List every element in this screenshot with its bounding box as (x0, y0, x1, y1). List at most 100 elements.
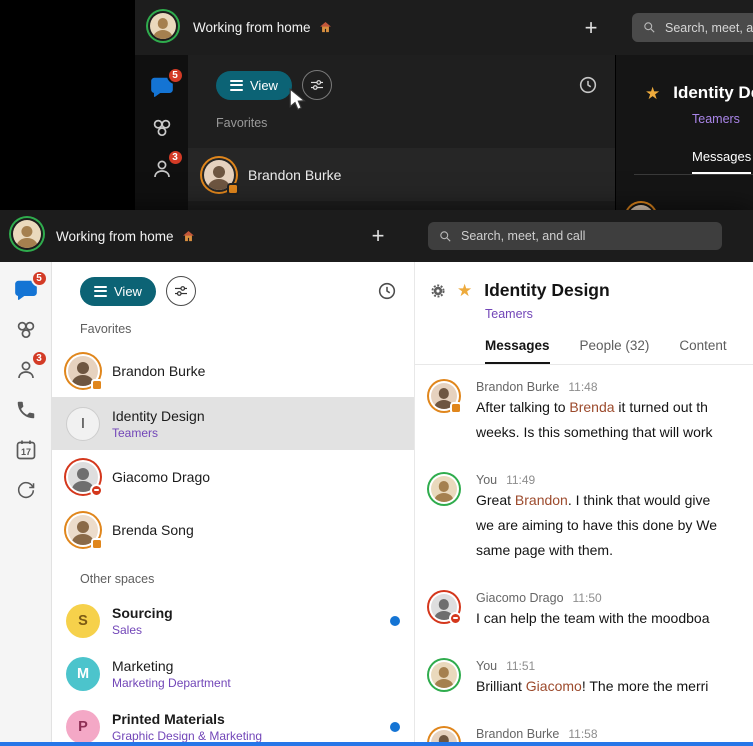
conversation-panel: ★ Identity Design Teamers Messages Peopl… (415, 262, 753, 746)
message-header: You 11:51 (476, 659, 536, 673)
avatar (429, 592, 462, 625)
tab-bar: Messages People (32) Content (415, 338, 753, 365)
message-header: Brandon Burke 11:58 (476, 727, 598, 741)
rail-contacts-button[interactable]: 3 (12, 350, 48, 384)
list-item-identity-design[interactable]: I Identity Design Teamers (52, 397, 414, 450)
message-list: Brandon Burke 11:48 After talking to Bren… (415, 365, 753, 746)
spaces-icon (17, 321, 34, 339)
list-item-brenda-song[interactable]: Brenda Song (52, 503, 414, 556)
avatar (66, 354, 103, 391)
view-button[interactable]: View (216, 70, 292, 100)
conversation-title: Identity Design (673, 83, 753, 102)
team-link[interactable]: Teamers (692, 112, 753, 126)
contact-name: Brenda Song (112, 521, 194, 538)
status-away-badge (91, 537, 103, 550)
space-name: Sourcing (112, 604, 173, 621)
message-text: After talking to Brenda it turned out th (476, 399, 708, 415)
user-avatar[interactable] (148, 11, 178, 41)
message: Brandon Burke 11:48 After talking to Bren… (429, 379, 753, 445)
rail-chat-button[interactable]: 5 (12, 270, 48, 304)
space-avatar: S (66, 603, 100, 638)
foreground-app-window: Working from home + Search, meet, and ca… (0, 210, 753, 746)
titlebar: Working from home + Search, meet, and ca… (135, 0, 753, 55)
team-name: Teamers (112, 425, 159, 440)
search-bar[interactable]: Search, meet, and call (632, 13, 753, 42)
clock-icon (378, 282, 396, 300)
add-button[interactable]: + (575, 0, 607, 55)
tab-people[interactable]: People (32) (580, 338, 650, 364)
hamburger-icon (230, 79, 243, 91)
view-button[interactable]: View (80, 276, 156, 306)
list-item-brandon-burke[interactable]: Brandon Burke (52, 344, 414, 397)
spaces-panel: View Favorites Brandon Burke I Identity … (52, 262, 415, 746)
filter-button[interactable] (165, 276, 196, 306)
tab-messages[interactable]: Messages (485, 338, 550, 364)
avatar (202, 158, 239, 195)
panel-controls: View (188, 70, 615, 100)
add-button[interactable]: + (362, 210, 394, 262)
team-link[interactable]: Teamers (485, 307, 753, 321)
tab-messages[interactable]: Messages (692, 149, 752, 174)
mention: Brenda (569, 399, 615, 415)
rail-calendar-button[interactable]: 17 (12, 436, 40, 464)
status-text[interactable]: Working from home (193, 0, 333, 55)
list-item-sourcing[interactable]: S Sourcing Sales (52, 594, 414, 647)
timestamp: 11:48 (568, 380, 598, 394)
list-item-brandon-burke[interactable]: Brandon Burke (188, 148, 615, 201)
status-dnd-badge (90, 483, 103, 497)
unread-dot (390, 721, 400, 732)
message: You 11:49 Great Brandon. I think that wou… (429, 472, 753, 563)
rail-chat-button[interactable]: 5 (148, 67, 184, 101)
filter-icon (310, 80, 323, 90)
message-header: Giacomo Drago 11:50 (476, 591, 602, 605)
avatar (66, 460, 103, 497)
favorite-star-icon[interactable]: ★ (645, 85, 660, 102)
rail-contacts-button[interactable]: 3 (148, 149, 184, 183)
unread-count-badge: 5 (166, 67, 184, 84)
tab-bar: Messages (634, 148, 753, 175)
space-avatar: M (66, 656, 100, 691)
unread-count-badge: 5 (30, 270, 48, 287)
favorites-label: Favorites (216, 116, 268, 130)
contacts-count-badge: 3 (30, 350, 48, 367)
conversation-header: ★ Identity Design (634, 83, 753, 103)
user-avatar[interactable] (11, 218, 43, 250)
message: Giacomo Drago 11:50 I can help the team w… (429, 590, 753, 631)
contact-name: Brandon Burke (248, 166, 342, 183)
mouse-cursor (289, 88, 306, 111)
avatar (429, 660, 459, 690)
favorites-label: Favorites (80, 322, 132, 336)
search-icon (644, 22, 655, 33)
favorite-star-icon[interactable]: ★ (457, 282, 472, 299)
mention: Brandon (514, 492, 568, 508)
history-button[interactable] (577, 74, 599, 96)
tab-content[interactable]: Content (679, 338, 726, 364)
message-header: You 11:49 (476, 473, 536, 487)
gear-icon[interactable] (429, 282, 447, 300)
rail-calling-button[interactable] (12, 396, 40, 424)
rail-spaces-button[interactable] (12, 316, 40, 344)
contact-name: Giacomo Drago (112, 468, 211, 485)
rail-spaces-button[interactable] (148, 114, 176, 142)
timestamp: 11:51 (506, 659, 536, 673)
timestamp: 11:58 (568, 727, 598, 741)
list-item-giacomo-drago[interactable]: Giacomo Drago (52, 450, 414, 503)
unread-dot (390, 615, 400, 626)
search-bar[interactable]: Search, meet, and call (428, 222, 722, 250)
rail-updates-button[interactable] (12, 476, 40, 504)
avatar (66, 513, 103, 550)
titlebar: Working from home + Search, meet, and ca… (0, 210, 753, 262)
team-name: Graphic Design & Marketing (112, 728, 263, 743)
status-dnd-badge (449, 612, 462, 625)
calendar-icon: 17 (16, 440, 35, 460)
status-text[interactable]: Working from home (56, 210, 196, 262)
message-text: I can help the team with the moodboa (476, 610, 710, 626)
history-button[interactable] (376, 280, 398, 302)
space-avatar: P (66, 709, 100, 744)
list-item-marketing[interactable]: M Marketing Marketing Department (52, 647, 414, 700)
message-text: Brilliant Giacomo! The more the merri (476, 678, 709, 694)
list-item-printed-materials[interactable]: P Printed Materials Graphic Design & Mar… (52, 700, 414, 746)
message-text: we are aiming to have this done by We (476, 517, 717, 533)
status-away-badge (91, 378, 103, 391)
clock-icon (579, 76, 597, 94)
